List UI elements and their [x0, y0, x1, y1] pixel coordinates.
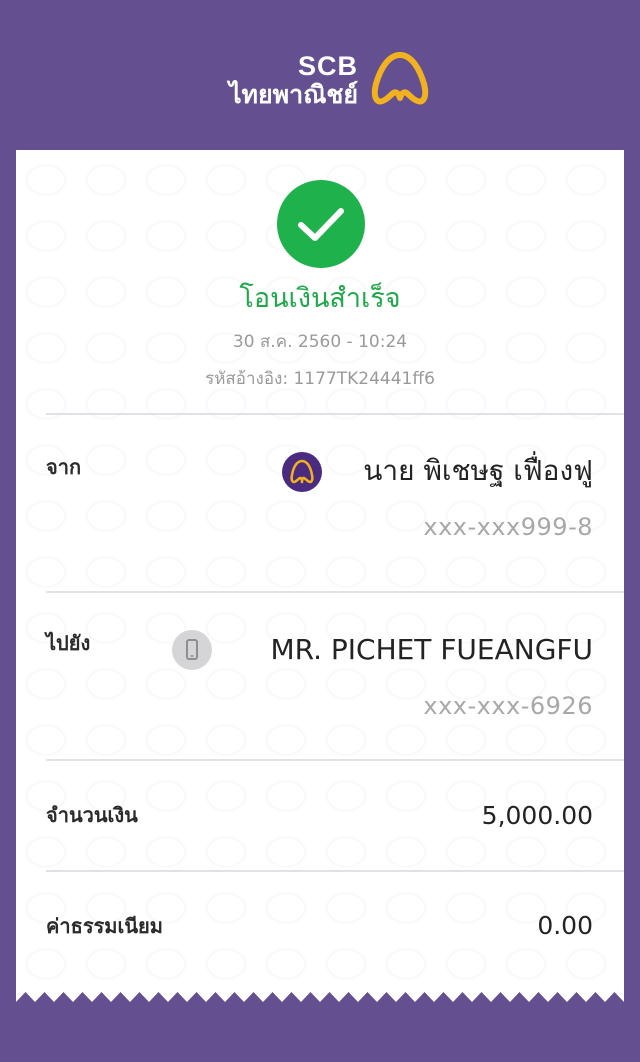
transfer-receipt: โอนเงินสำเร็จ 30 ส.ค. 2560 - 10:24 รหัสอ… — [16, 150, 624, 1005]
scb-logo-icon — [371, 52, 429, 105]
fee-value: 0.00 — [537, 911, 593, 940]
amount-label: จำนวนเงิน — [46, 803, 138, 827]
reference-number: รหัสอ้างอิง: 1177TK24441ff6 — [205, 369, 435, 389]
from-label: จาก — [46, 455, 82, 479]
brand-logo-text: SCB ไทยพาณิชย์ — [229, 52, 358, 110]
status-title: โอนเงินสำเร็จ — [239, 283, 401, 314]
amount-value: 5,000.00 — [481, 801, 593, 830]
divider — [46, 870, 624, 872]
recipient-name: MR. PICHET FUEANGFU — [270, 633, 593, 666]
divider — [46, 413, 624, 415]
sender-account: xxx-xxx999-8 — [423, 513, 593, 541]
fee-label: ค่าธรรมเนียม — [46, 914, 163, 938]
divider — [46, 759, 624, 761]
check-icon — [298, 208, 344, 241]
receipt-torn-edge — [16, 992, 624, 1008]
app-header: SCB ไทยพาณิชย์ — [0, 0, 640, 150]
divider — [46, 591, 624, 593]
transaction-datetime: 30 ส.ค. 2560 - 10:24 — [232, 332, 408, 352]
brand-short-name: SCB — [297, 51, 358, 81]
sender-name: นาย พิเชษฐ เฟื่องฟู — [363, 454, 593, 487]
recipient-account: xxx-xxx-6926 — [423, 692, 593, 720]
success-icon — [277, 180, 365, 268]
scb-bank-icon — [282, 452, 322, 492]
brand-thai-name: ไทยพาณิชย์ — [228, 80, 358, 109]
mobile-phone-icon — [172, 630, 212, 670]
to-label: ไปยัง — [46, 631, 91, 655]
